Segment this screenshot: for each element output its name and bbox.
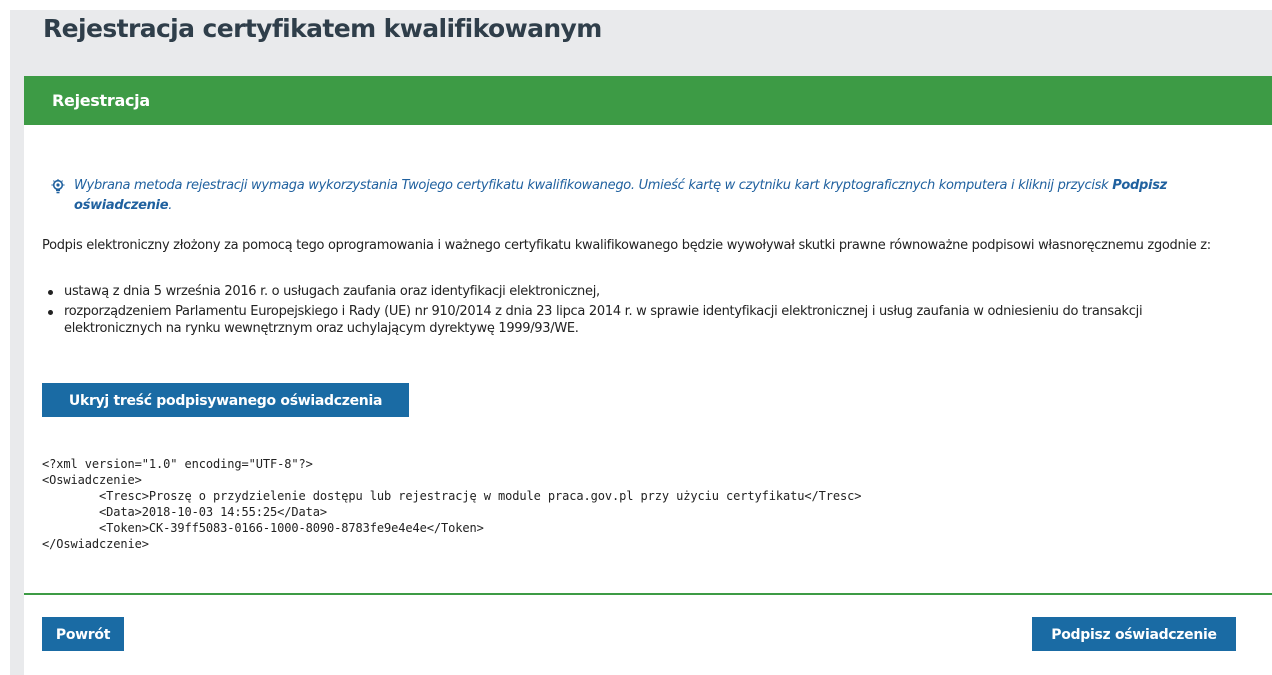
back-button[interactable]: Powrót [42,617,124,651]
sign-statement-button[interactable]: Podpisz oświadczenie [1032,617,1236,651]
toggle-statement-button[interactable]: Ukryj treść podpisywanego oświadczenia [42,383,409,417]
lightbulb-icon [51,179,65,194]
bullet-icon [48,310,53,315]
list-item: ustawą z dnia 5 września 2016 r. o usług… [42,283,1212,300]
bullet-icon [48,290,53,295]
registration-panel: Rejestracja Wybrana metoda rejestracji w… [24,76,1272,675]
panel-header: Rejestracja [24,76,1272,125]
page-title: Rejestracja certyfikatem kwalifikowanym [43,14,602,43]
info-text: Wybrana metoda rejestracji wymaga wykorz… [74,178,1167,213]
legal-basis-list: ustawą z dnia 5 września 2016 r. o usług… [42,283,1212,340]
list-item: rozporządzeniem Parlamentu Europejskiego… [42,303,1212,337]
statement-xml: <?xml version="1.0" encoding="UTF-8"?> <… [42,457,862,551]
footer-divider [24,593,1272,595]
info-message: Wybrana metoda rejestracji wymaga wykorz… [51,176,1211,216]
legal-paragraph: Podpis elektroniczny złożony za pomocą t… [42,238,1211,253]
